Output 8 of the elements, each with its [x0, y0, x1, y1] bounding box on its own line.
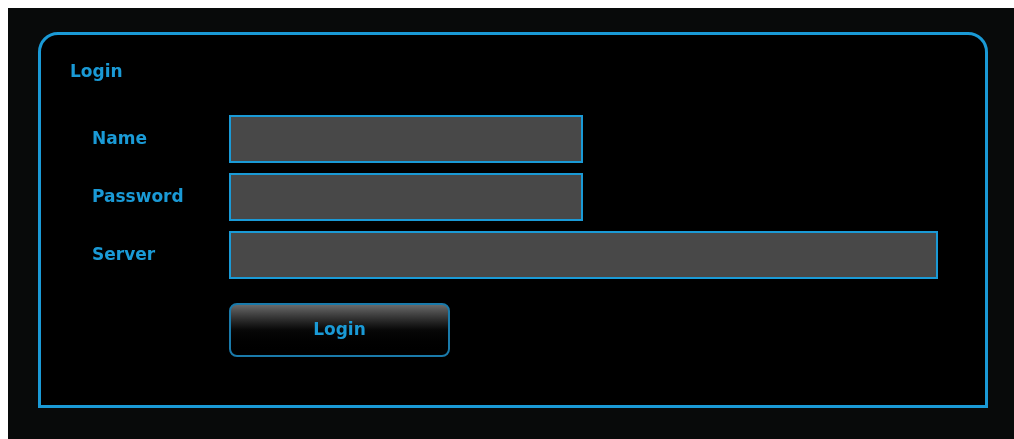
- input-field[interactable]: [229, 172, 583, 221]
- input-field[interactable]: [229, 230, 938, 279]
- input-field[interactable]: [229, 114, 583, 163]
- field-label: Password: [92, 185, 184, 206]
- panel-title: Login: [70, 61, 123, 81]
- login-button[interactable]: Login: [229, 302, 450, 357]
- field-label: Server: [92, 243, 156, 264]
- field-label: Name: [92, 127, 147, 148]
